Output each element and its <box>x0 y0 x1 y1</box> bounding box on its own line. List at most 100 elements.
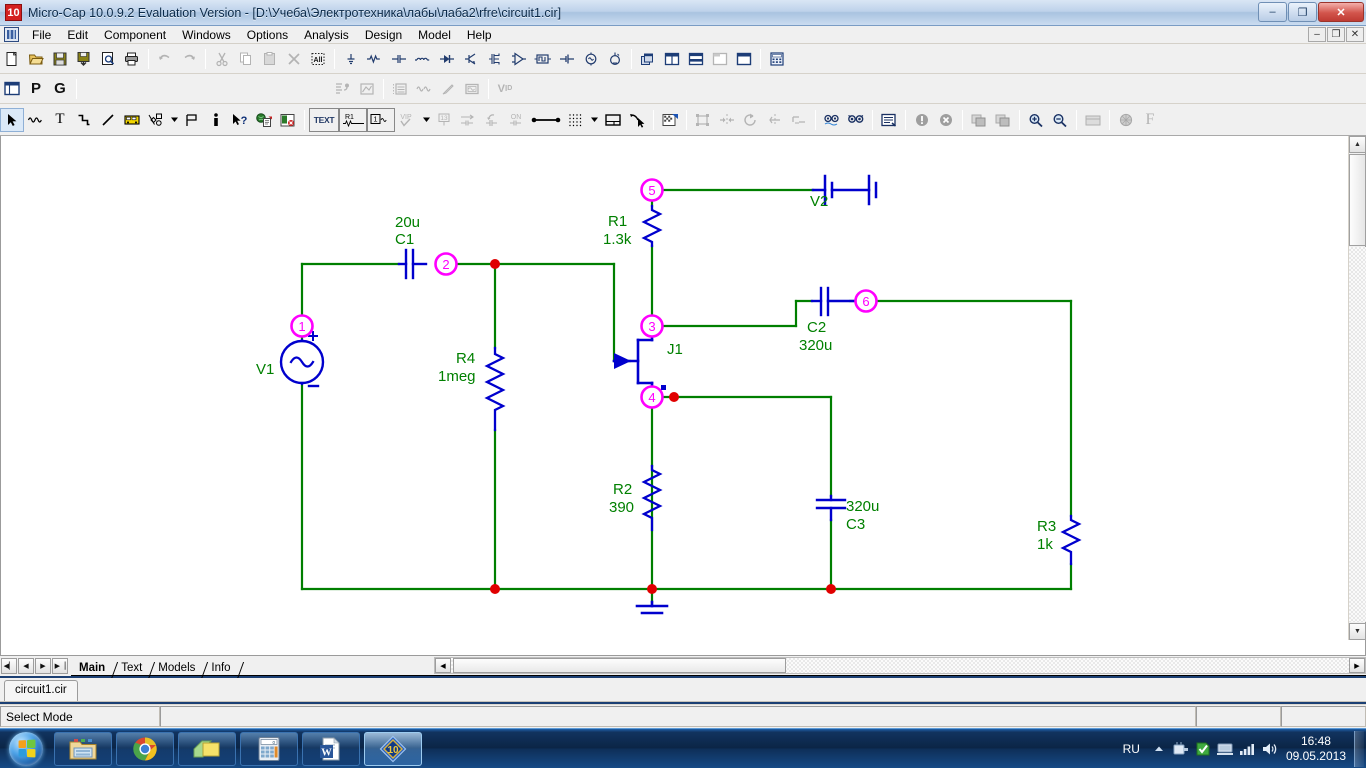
probe-g-icon[interactable]: G <box>48 77 72 101</box>
diode-icon[interactable] <box>435 47 459 71</box>
grid-dots-icon[interactable] <box>563 108 587 132</box>
tab-nav-first[interactable]: ◀▏ <box>1 658 17 674</box>
network-icon[interactable] <box>1214 738 1236 760</box>
minimize-button[interactable]: – <box>1258 2 1287 22</box>
signal-icon[interactable] <box>1236 738 1258 760</box>
capacitor-icon[interactable] <box>387 47 411 71</box>
language-indicator[interactable]: RU <box>1123 742 1140 756</box>
grid-dropdown-icon[interactable] <box>587 108 601 132</box>
schematic-canvas[interactable]: 1 2 5 3 4 6 20u C1 V1 R4 1meg R1 1.3k V2… <box>1 136 1342 640</box>
overlap-windows-icon[interactable] <box>708 47 732 71</box>
node-number-icon[interactable]: 1 <box>367 107 395 132</box>
tab-text[interactable]: Text <box>113 661 156 679</box>
wire-mode-icon[interactable] <box>72 108 96 132</box>
vertical-scroll-track[interactable] <box>1349 247 1366 622</box>
power-on-icon[interactable]: ON <box>505 108 529 132</box>
canvas-vertical-scrollbar[interactable]: ▲ ▼ <box>1348 136 1366 640</box>
opamp-icon[interactable] <box>507 47 531 71</box>
error-icon[interactable] <box>910 108 934 132</box>
scroll-down-button[interactable]: ▼ <box>1349 623 1366 640</box>
cursor-pick-icon[interactable] <box>625 108 649 132</box>
plot-window-icon[interactable] <box>355 77 379 101</box>
taskbar-item-chrome[interactable] <box>116 731 174 766</box>
bus-mode-icon[interactable] <box>120 108 144 132</box>
model-editor-icon[interactable] <box>877 108 901 132</box>
print-icon[interactable] <box>120 47 144 71</box>
sine-source-icon[interactable] <box>579 47 603 71</box>
menu-item-windows[interactable]: Windows <box>174 27 239 43</box>
hscroll-left-button[interactable]: ◀ <box>435 658 451 673</box>
probe-p-icon[interactable]: P <box>24 77 48 101</box>
node-voltage-icon[interactable] <box>457 108 481 132</box>
tab-nav-prev[interactable]: ◀ <box>18 658 34 674</box>
tab-main[interactable]: Main <box>71 661 119 679</box>
color-wheel-icon[interactable] <box>1114 108 1138 132</box>
cut-icon[interactable] <box>210 47 234 71</box>
dropdown-shapes-icon[interactable] <box>168 108 180 132</box>
menu-item-model[interactable]: Model <box>410 27 459 43</box>
menu-item-file[interactable]: File <box>24 27 59 43</box>
canvas-horizontal-scrollbar[interactable]: ◀ ▶ <box>434 657 1366 674</box>
taskbar-item-sticky-notes[interactable] <box>178 731 236 766</box>
dependent-source-icon[interactable] <box>603 47 627 71</box>
title-block-icon[interactable] <box>601 108 625 132</box>
text-attribute-icon[interactable]: TEXT <box>309 107 339 132</box>
pulse-source-icon[interactable] <box>531 47 555 71</box>
diagonal-wire-icon[interactable] <box>96 108 120 132</box>
probe-pen-icon[interactable] <box>436 77 460 101</box>
taskbar-clock[interactable]: 16:48 09.05.2013 <box>1286 734 1346 764</box>
scroll-up-button[interactable]: ▲ <box>1349 136 1366 153</box>
dropdown-arrow-icon[interactable] <box>419 108 433 132</box>
document-icon[interactable] <box>4 27 19 42</box>
mdi-minimize-button[interactable]: – <box>1308 27 1326 42</box>
npn-transistor-icon[interactable] <box>459 47 483 71</box>
graphic-objects-icon[interactable] <box>144 108 168 132</box>
grid-text-icon[interactable]: 13 <box>433 108 457 132</box>
tab-nav-last[interactable]: ▶▕ <box>52 658 68 674</box>
tile-horizontal-icon[interactable] <box>684 47 708 71</box>
disable-icon[interactable] <box>276 108 300 132</box>
close-button[interactable]: ✕ <box>1318 2 1364 22</box>
mirror-icon[interactable] <box>715 108 739 132</box>
volume-icon[interactable] <box>1258 738 1280 760</box>
find-component-icon[interactable] <box>844 108 868 132</box>
paste-icon[interactable] <box>258 47 282 71</box>
print-preview-icon[interactable] <box>96 47 120 71</box>
select-all-icon[interactable]: All <box>306 47 330 71</box>
part-attribute-icon[interactable]: R1 <box>339 107 367 132</box>
save-icon[interactable] <box>48 47 72 71</box>
current-arrow-icon[interactable] <box>481 108 505 132</box>
info-mode-icon[interactable] <box>204 108 228 132</box>
select-arrow-icon[interactable] <box>0 107 24 132</box>
zoom-in-icon[interactable] <box>1024 108 1048 132</box>
file-tab-circuit1[interactable]: circuit1.cir <box>4 680 78 701</box>
menu-item-edit[interactable]: Edit <box>59 27 96 43</box>
scope-icon[interactable] <box>460 77 484 101</box>
waveform-icon[interactable] <box>412 77 436 101</box>
rotate-icon[interactable] <box>739 108 763 132</box>
taskbar-item-microcap[interactable]: 10 <box>364 731 422 766</box>
flip-icon[interactable] <box>763 108 787 132</box>
battery-icon[interactable] <box>555 47 579 71</box>
menu-item-analysis[interactable]: Analysis <box>296 27 357 43</box>
palette-icon[interactable] <box>1081 108 1105 132</box>
taskbar-item-explorer[interactable] <box>54 731 112 766</box>
tab-nav-next[interactable]: ▶ <box>35 658 51 674</box>
menu-item-component[interactable]: Component <box>96 27 174 43</box>
delete-icon[interactable] <box>282 47 306 71</box>
numeric-output-icon[interactable] <box>388 77 412 101</box>
mosfet-icon[interactable] <box>483 47 507 71</box>
window-panel-icon[interactable] <box>0 77 24 101</box>
connect-icon[interactable] <box>529 108 563 132</box>
menu-item-help[interactable]: Help <box>459 27 500 43</box>
vip-icon[interactable]: VIP <box>395 108 419 132</box>
show-hidden-icons-icon[interactable] <box>1148 738 1170 760</box>
taskbar-item-calculator[interactable]: 0 <box>240 731 298 766</box>
tile-windows-icon[interactable] <box>636 47 660 71</box>
flag-mode-icon[interactable] <box>180 108 204 132</box>
mdi-close-button[interactable]: ✕ <box>1346 27 1364 42</box>
zoom-out-icon[interactable] <box>1048 108 1072 132</box>
properties-icon[interactable] <box>658 108 682 132</box>
step-bias-icon[interactable] <box>787 108 811 132</box>
new-file-icon[interactable] <box>0 47 24 71</box>
